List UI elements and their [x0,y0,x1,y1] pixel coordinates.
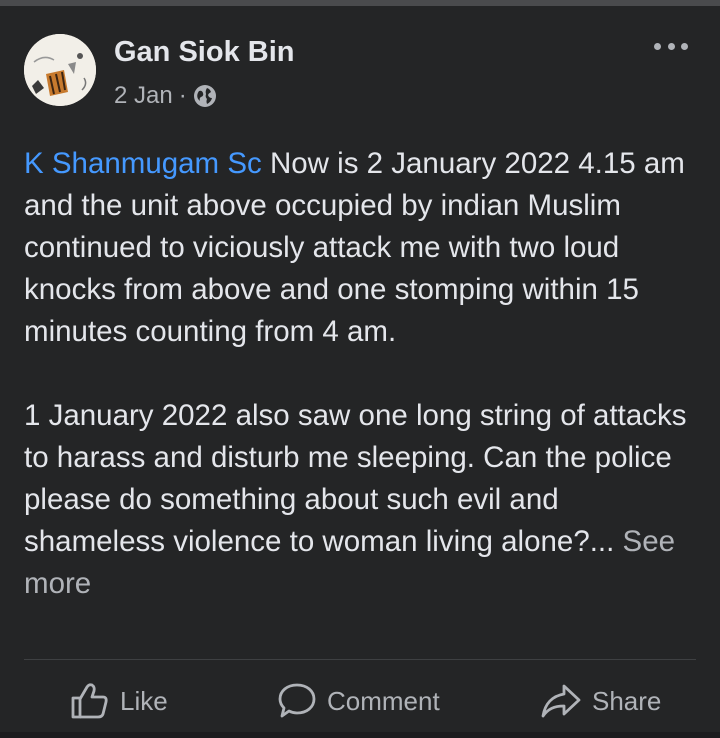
more-dot [667,42,675,50]
post-paragraph-text: 1 January 2022 also saw one long string … [24,399,687,558]
post-date[interactable]: 2 Jan [114,82,173,110]
like-button[interactable]: Like [70,682,168,720]
more-options-icon[interactable] [654,36,688,56]
share-arrow-icon [541,684,581,718]
avatar[interactable] [24,34,96,106]
mention-link[interactable]: K Shanmugam Sc [24,147,262,180]
more-dot [654,42,661,50]
more-dot [681,42,688,50]
comment-button[interactable]: Comment [277,682,440,720]
comment-label: Comment [327,685,440,716]
like-label: Like [120,685,168,716]
action-bar: Like Comment Share [0,660,720,738]
post-body: K Shanmugam Sc Now is 2 January 2022 4.1… [24,143,696,605]
share-button[interactable]: Share [540,682,661,720]
meta-separator: · [178,82,187,109]
thumbs-up-icon [71,683,108,719]
author-name[interactable]: Gan Siok Bin [114,36,294,69]
post-paragraph: K Shanmugam Sc Now is 2 January 2022 4.1… [24,143,696,353]
post-paragraph: 1 January 2022 also saw one long string … [24,395,696,605]
avatar-image [24,34,96,106]
share-label: Share [592,685,662,716]
speech-bubble-icon [278,683,316,718]
post-card: Gan Siok Bin 2 Jan · K Shanmugam Sc Now … [0,6,720,732]
globe-icon [193,85,216,107]
post-meta: 2 Jan · [114,82,217,110]
